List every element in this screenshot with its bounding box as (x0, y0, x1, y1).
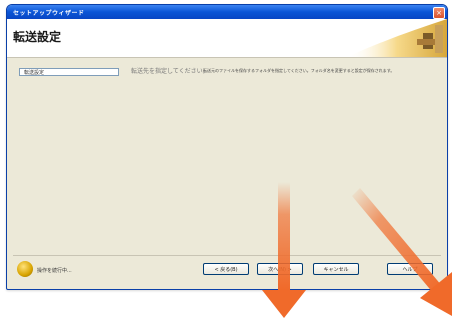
wizard-window: セットアップウィザード × 転送設定 転送設定 転送先を指定してください。 転送… (6, 4, 448, 290)
page-title: 転送設定 (13, 30, 62, 44)
setting-field[interactable]: 転送設定 (19, 68, 119, 76)
close-button[interactable]: × (433, 7, 445, 19)
next-button[interactable]: 次へ(N) > (257, 263, 303, 275)
wizard-header: 転送設定 (7, 19, 447, 58)
description-main: 転送先を指定してください。 (131, 68, 209, 75)
content-panel: 転送設定 転送先を指定してください。 転送元のファイルを保存するフォルダを指定し… (13, 67, 435, 227)
title-bar[interactable]: セットアップウィザード × (7, 5, 447, 19)
description-small: 転送元のファイルを保存するフォルダを指定してください。フォルダ名を変更すると設定… (203, 68, 395, 73)
back-button[interactable]: < 戻る(B) (203, 263, 249, 275)
window-title: セットアップウィザード (13, 9, 85, 17)
cancel-button[interactable]: キャンセル (313, 263, 359, 275)
wizard-logo-icon (347, 19, 447, 57)
help-button[interactable]: ヘルプ (387, 263, 433, 275)
status-icon (17, 261, 33, 277)
status-text: 操作を続行中... (37, 268, 72, 274)
footer-divider (13, 255, 441, 256)
